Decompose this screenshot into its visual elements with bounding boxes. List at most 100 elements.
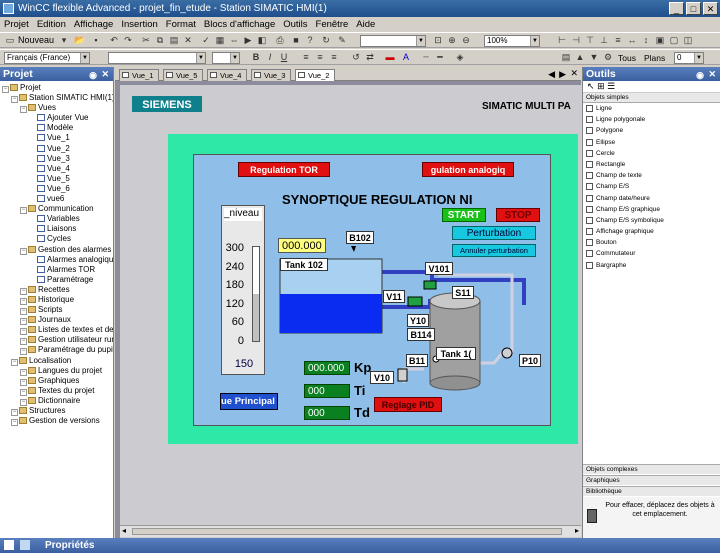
tab-vue-4[interactable]: Vue_4 xyxy=(207,69,247,81)
tree-item[interactable]: − Journaux xyxy=(2,315,113,326)
tool-item[interactable]: Champ E/S xyxy=(583,181,720,192)
tool-item[interactable]: Champ date/heure xyxy=(583,193,720,204)
menu-blocs[interactable]: Blocs d'affichage xyxy=(200,17,279,32)
runtime-icon[interactable]: ▶ xyxy=(242,35,254,46)
tree-item[interactable]: − Gestion des alarmes xyxy=(2,245,113,255)
tree-item[interactable]: Alarmes analogiques xyxy=(2,255,113,265)
cancel-perturbation-button[interactable]: Annuler perturbation xyxy=(452,244,536,257)
tool-item[interactable]: Polygone xyxy=(583,125,720,136)
print-icon[interactable]: ⎙ xyxy=(274,35,286,46)
font-family-combo[interactable]: ▼ xyxy=(108,52,206,64)
tree-item[interactable]: Variables xyxy=(2,214,113,224)
kp-field[interactable]: 000.000 xyxy=(304,361,350,375)
menu-aide[interactable]: Aide xyxy=(352,17,379,32)
tree-item[interactable]: Alarmes TOR xyxy=(2,265,113,275)
save-icon[interactable]: ▪ xyxy=(90,35,102,46)
tree-item[interactable]: Ajouter Vue xyxy=(2,113,113,123)
align-bottom-icon[interactable]: ⊥ xyxy=(598,35,610,46)
new-file-icon[interactable]: ▭ xyxy=(4,35,16,46)
zoom-in-icon[interactable]: ⊕ xyxy=(446,35,458,46)
paste-icon[interactable]: ▤ xyxy=(168,35,180,46)
flip-icon[interactable]: ⇄ xyxy=(364,52,376,63)
section-graphics[interactable]: Graphiques xyxy=(583,475,720,485)
expand-icon[interactable]: − xyxy=(20,308,27,316)
scroll-left-arrow-icon[interactable]: ◂ xyxy=(122,526,126,535)
menu-edition[interactable]: Edition xyxy=(33,17,70,32)
tree-item[interactable]: − Listes de textes et de g xyxy=(2,325,113,336)
open-icon[interactable]: 📂 xyxy=(74,35,86,46)
tree-item[interactable]: − Graphiques xyxy=(2,376,113,386)
menu-projet[interactable]: Projet xyxy=(0,17,33,32)
expand-icon[interactable]: − xyxy=(11,419,18,427)
minimize-button[interactable]: _ xyxy=(669,2,684,15)
layer-icon[interactable]: ◈ xyxy=(454,52,466,63)
close-button[interactable]: ✕ xyxy=(703,2,718,15)
copy-icon[interactable]: ⧉ xyxy=(154,35,166,46)
pin-icon[interactable]: ◉ xyxy=(696,68,704,82)
expand-icon[interactable]: − xyxy=(20,106,27,114)
tree-item[interactable]: Modèle xyxy=(2,123,113,133)
menu-outils[interactable]: Outils xyxy=(279,17,311,32)
distribute-icon[interactable]: ≡ xyxy=(612,35,624,46)
tree-item[interactable]: − Gestion de versions xyxy=(2,416,113,427)
bold-icon[interactable]: B xyxy=(250,52,262,63)
expand-icon[interactable]: − xyxy=(11,96,18,104)
expand-icon[interactable]: − xyxy=(20,297,27,305)
fill-color-icon[interactable]: ▬ xyxy=(384,52,396,63)
same-width-icon[interactable]: ↔ xyxy=(626,35,638,46)
tree-item[interactable]: − Communication xyxy=(2,204,113,215)
same-height-icon[interactable]: ↕ xyxy=(640,35,652,46)
text-center-icon[interactable]: ≡ xyxy=(314,52,326,63)
align-top-icon[interactable]: ⊤ xyxy=(584,35,596,46)
layer-down-icon[interactable]: ▼ xyxy=(588,52,600,63)
help-icon[interactable]: ? xyxy=(304,35,316,46)
tree-item[interactable]: − Langues du projet xyxy=(2,366,113,376)
tree-item[interactable]: vue6 xyxy=(2,194,113,204)
menu-format[interactable]: Format xyxy=(162,17,200,32)
tree-item[interactable]: − Dictionnaire xyxy=(2,396,113,406)
expand-icon[interactable]: − xyxy=(20,287,27,295)
maximize-button[interactable]: □ xyxy=(686,2,701,15)
tree-item[interactable]: Cycles xyxy=(2,234,113,244)
stop-icon[interactable]: ■ xyxy=(290,35,302,46)
level-io-field[interactable]: 000.000 xyxy=(278,238,326,253)
stop-button[interactable]: STOP xyxy=(496,208,540,222)
tab-vue-5[interactable]: Vue_5 xyxy=(163,69,203,81)
ti-field[interactable]: 000 xyxy=(304,384,350,398)
tool-item[interactable]: Commutateur xyxy=(583,248,720,259)
layer-up-icon[interactable]: ▲ xyxy=(574,52,586,63)
transfer-icon[interactable]: ⇔ xyxy=(228,35,240,46)
line-color-icon[interactable]: A xyxy=(400,52,412,63)
tool-item[interactable]: Bargraphe xyxy=(583,260,720,271)
hmi-screen[interactable]: Regulation TOR gulation analogiq SYNOPTI… xyxy=(193,154,551,426)
tree-item[interactable]: Paramétrage xyxy=(2,275,113,285)
tree-item[interactable]: − Recettes xyxy=(2,285,113,295)
expand-icon[interactable]: − xyxy=(20,368,27,376)
text-right-icon[interactable]: ≡ xyxy=(328,52,340,63)
section-library[interactable]: Bibliothèque xyxy=(583,486,720,496)
tool-item[interactable]: Ellipse xyxy=(583,137,720,148)
layers-icon[interactable]: ▤ xyxy=(560,52,572,63)
regulation-tor-button[interactable]: Regulation TOR xyxy=(238,162,330,177)
section-complex-objects[interactable]: Objets complexes xyxy=(583,464,720,474)
tool-item[interactable]: Champ de texte xyxy=(583,170,720,181)
expand-icon[interactable]: − xyxy=(20,318,27,326)
pointer-icon[interactable]: ↖ xyxy=(587,81,595,91)
scroll-right-arrow-icon[interactable]: ▸ xyxy=(575,526,579,535)
regulation-analog-button[interactable]: gulation analogiq xyxy=(422,162,514,177)
delete-zone[interactable]: Pour effacer, déplacez des objets à cet … xyxy=(583,497,720,541)
scroll-right-icon[interactable]: ▶ xyxy=(559,69,566,80)
expand-icon[interactable]: − xyxy=(20,378,27,386)
edit-icon[interactable]: ✎ xyxy=(336,35,348,46)
scroll-thumb[interactable] xyxy=(132,528,562,535)
td-field[interactable]: 000 xyxy=(304,406,350,420)
tree-item[interactable]: Vue_6 xyxy=(2,184,113,194)
align-left-icon[interactable]: ⊢ xyxy=(556,35,568,46)
layer-config-icon[interactable]: ⚙ xyxy=(602,52,614,63)
tree-item[interactable]: Vue_5 xyxy=(2,174,113,184)
tool-item[interactable]: Affichage graphique xyxy=(583,226,720,237)
align-center-icon[interactable]: ⊣ xyxy=(570,35,582,46)
tab-vue-3[interactable]: Vue_3 xyxy=(251,69,291,81)
start-button[interactable]: START xyxy=(442,208,486,222)
tree-item[interactable]: Vue_3 xyxy=(2,154,113,164)
